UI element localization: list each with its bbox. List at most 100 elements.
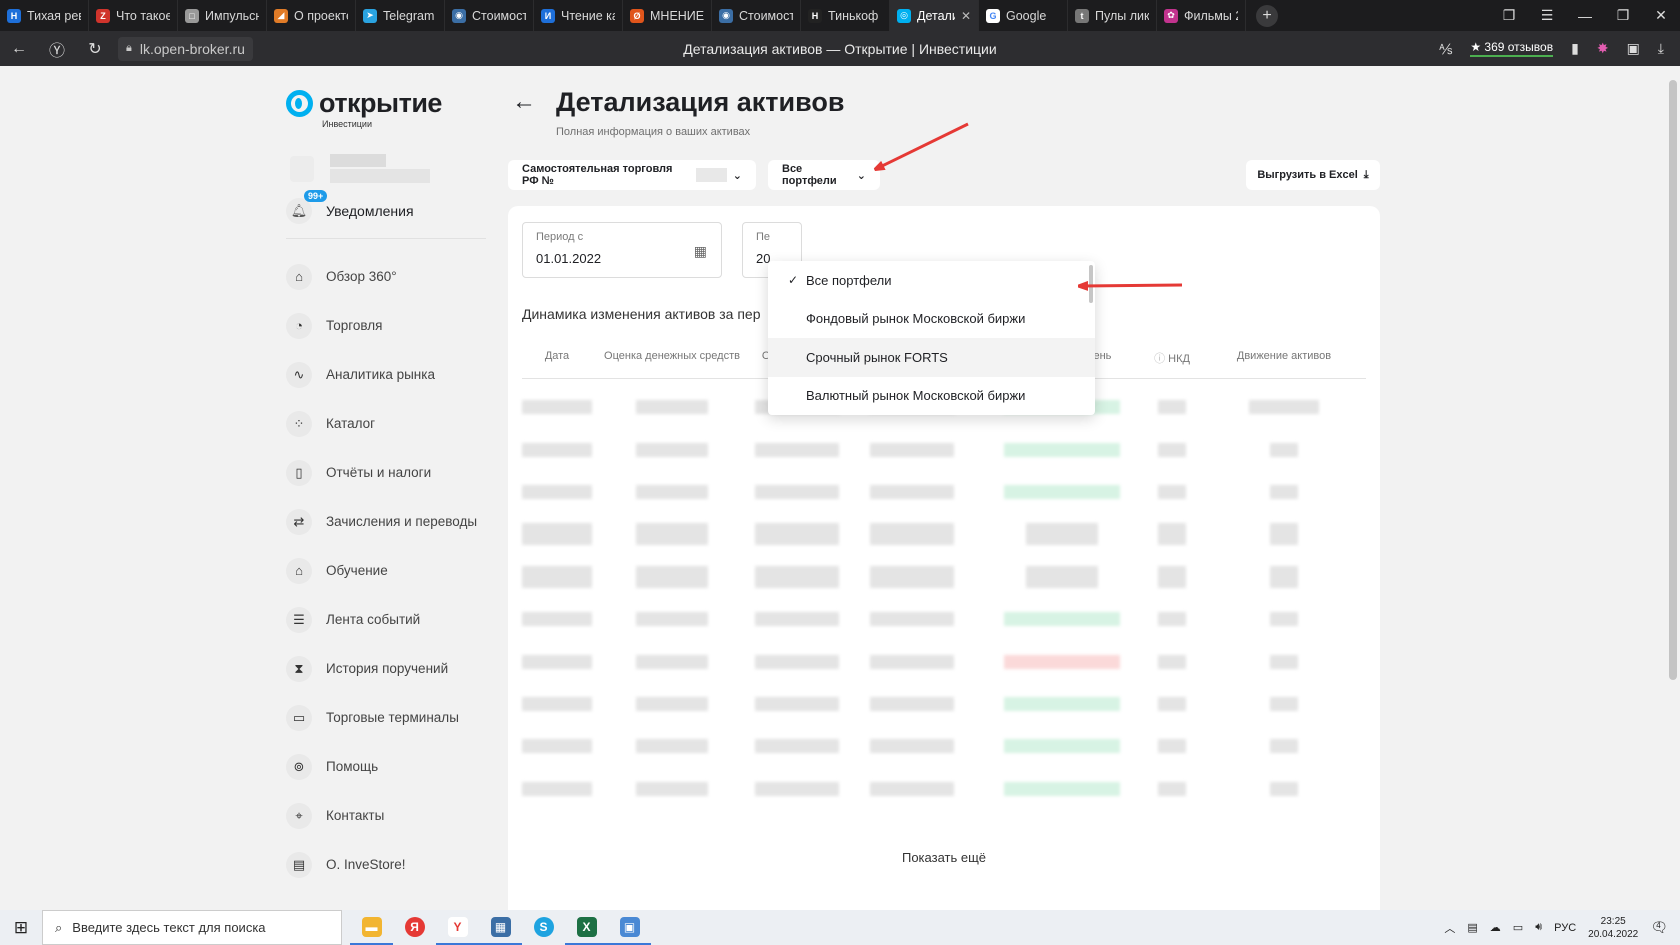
- table-cell: [592, 739, 752, 754]
- dropdown-option[interactable]: Срочный рынок FORTS: [768, 338, 1095, 377]
- sidebar-item[interactable]: ⁘ Каталог: [286, 399, 477, 448]
- notifications-link[interactable]: 🔔︎ 99+ Уведомления: [286, 190, 414, 224]
- table-column-header[interactable]: Движение активов: [1202, 350, 1366, 372]
- info-icon[interactable]: ⓘ: [1154, 353, 1168, 365]
- redacted-value: [636, 696, 708, 711]
- yandex-browser-app[interactable]: Y: [436, 910, 479, 945]
- file-explorer-app[interactable]: ▬: [350, 910, 393, 945]
- tray-clock[interactable]: 23:25 20.04.2022: [1588, 915, 1638, 941]
- menu-icon[interactable]: ☰: [1528, 7, 1566, 24]
- back-arrow-icon[interactable]: ←: [512, 88, 536, 116]
- collections-icon[interactable]: ▣: [1627, 40, 1640, 57]
- tab-close-icon[interactable]: ✕: [961, 9, 971, 23]
- tab-favicon-icon: ◉: [452, 8, 466, 23]
- close-window-button[interactable]: ✕: [1642, 7, 1680, 24]
- reviews-badge[interactable]: ★ 369 отзывов: [1470, 40, 1554, 57]
- excel-app[interactable]: X: [565, 910, 608, 945]
- taskbar-search[interactable]: ⌕ Введите здесь текст для поиска: [42, 910, 342, 945]
- restore-button[interactable]: ❐: [1604, 7, 1642, 24]
- extension-icon[interactable]: ✸: [1597, 40, 1609, 57]
- period-from-field[interactable]: Период с 01.01.2022 ▦: [522, 222, 722, 278]
- tray-cloud-icon[interactable]: ☁: [1490, 921, 1501, 934]
- browser-tab[interactable]: H Тинькоф по: [801, 0, 890, 31]
- browser-tab[interactable]: ➤ Telegram: [356, 0, 445, 31]
- sidebar-item[interactable]: ◔ Торговля: [286, 301, 477, 350]
- new-tab-button[interactable]: +: [1256, 4, 1278, 27]
- image-app[interactable]: ▣: [608, 910, 651, 945]
- account-select[interactable]: Самостоятельная торговля РФ № ⌄: [508, 160, 756, 190]
- dropdown-scrollbar[interactable]: [1089, 265, 1093, 303]
- browser-tab[interactable]: ◢ О проекте: [267, 0, 356, 31]
- url-field[interactable]: 🔒︎ lk.open-broker.ru: [118, 36, 253, 61]
- redacted-value: [1004, 442, 1120, 457]
- show-more-button[interactable]: Показать ещё: [508, 850, 1380, 865]
- browser-tab[interactable]: И Чтение как: [534, 0, 623, 31]
- redacted-value: [522, 739, 592, 754]
- page-scrollbar[interactable]: [1666, 66, 1680, 910]
- sidebar-item[interactable]: ☰ Лента событий: [286, 595, 477, 644]
- sidebar-item[interactable]: ⇄ Зачисления и переводы: [286, 497, 477, 546]
- tray-device-icon[interactable]: ▤: [1467, 921, 1477, 934]
- back-icon[interactable]: ←: [0, 40, 38, 58]
- dropdown-option[interactable]: Валютный рынок Московской биржи: [768, 377, 1095, 416]
- sidebar-item[interactable]: ⌖ Контакты: [286, 791, 477, 840]
- sidebar-item[interactable]: ▭ Торговые терминалы: [286, 693, 477, 742]
- download-icon[interactable]: ⤓: [1658, 40, 1664, 57]
- brand-logo[interactable]: открытие: [286, 88, 442, 119]
- action-center-icon[interactable]: 🗨︎ 4: [1650, 919, 1668, 936]
- arrow-to-portfolio-select: [878, 122, 969, 168]
- sidebar-item[interactable]: ∿ Аналитика рынка: [286, 350, 477, 399]
- sidebar-item-label: Отчёты и налоги: [326, 465, 432, 480]
- sidebar-item[interactable]: ⌂ Обзор 360°: [286, 252, 477, 301]
- table-cell: [1202, 484, 1366, 499]
- yandex-app[interactable]: Я: [393, 910, 436, 945]
- sidebar-item[interactable]: ▯ Отчёты и налоги: [286, 448, 477, 497]
- skype-app[interactable]: S: [522, 910, 565, 945]
- tray-language[interactable]: РУС: [1554, 922, 1576, 934]
- browser-tab[interactable]: t Пулы ликви: [1068, 0, 1157, 31]
- browser-tab[interactable]: □ Импульсная: [178, 0, 267, 31]
- translate-icon[interactable]: ⅍: [1439, 41, 1452, 57]
- browser-tab[interactable]: ◉ Стоимость: [712, 0, 801, 31]
- network-app[interactable]: ▦: [479, 910, 522, 945]
- tray-network-icon[interactable]: ▭: [1513, 921, 1523, 934]
- dropdown-option[interactable]: ✓ Все портфели: [768, 261, 1095, 300]
- browser-tab[interactable]: ◎ Детализ ✕: [890, 0, 979, 31]
- page-scrollbar-thumb[interactable]: [1669, 80, 1677, 680]
- table-cell: [1142, 781, 1202, 796]
- table-row: [522, 428, 1366, 470]
- sidebar-item[interactable]: ⧗ История поручений: [286, 644, 477, 693]
- calendar-icon[interactable]: ▦: [694, 243, 707, 260]
- table-column-header[interactable]: Дата: [522, 350, 592, 372]
- dropdown-option[interactable]: Фондовый рынок Московской биржи: [768, 300, 1095, 339]
- table-column-header[interactable]: ⓘ НКД: [1142, 350, 1202, 372]
- tray-volume-icon[interactable]: 🔊︎: [1535, 921, 1542, 934]
- browser-tab[interactable]: ◉ Стоимость: [445, 0, 534, 31]
- tray-chevron-icon[interactable]: ︿: [1444, 920, 1455, 936]
- redacted-value: [1270, 654, 1298, 669]
- browser-tab[interactable]: H Тихая рево: [0, 0, 89, 31]
- redacted-value: [870, 612, 954, 627]
- browser-tab[interactable]: Z Что такое D: [89, 0, 178, 31]
- redacted-value: [1270, 739, 1298, 754]
- reload-icon[interactable]: ↻: [76, 39, 114, 59]
- bookmarks-icon[interactable]: ❐: [1490, 7, 1528, 24]
- browser-tab[interactable]: Ø МНЕНИЕ: Н: [623, 0, 712, 31]
- sidebar-item[interactable]: ⊚ Помощь: [286, 742, 477, 791]
- minimize-button[interactable]: —: [1566, 8, 1604, 24]
- portfolio-select[interactable]: Все портфели ⌄: [768, 160, 880, 190]
- table-column-header[interactable]: Оценка денежных средств: [592, 350, 752, 372]
- user-profile[interactable]: [290, 154, 430, 184]
- sidebar-item-label: Каталог: [326, 416, 376, 431]
- yandex-icon[interactable]: Ⓨ: [38, 37, 76, 61]
- table-cell: [1142, 696, 1202, 711]
- sidebar-item[interactable]: ▤ О. InveStore!: [286, 840, 477, 889]
- browser-tab[interactable]: G Google: [979, 0, 1068, 31]
- browser-tab[interactable]: ✿ Фильмы 20: [1157, 0, 1246, 31]
- windows-start-icon[interactable]: ⊞: [0, 918, 42, 938]
- redacted-value: [870, 565, 954, 588]
- sidebar-item[interactable]: ⌂ Обучение: [286, 546, 477, 595]
- table-row: [522, 598, 1366, 640]
- bookmark-icon[interactable]: ▮: [1571, 40, 1579, 57]
- export-excel-button[interactable]: Выгрузить в Excel ⤓: [1246, 160, 1380, 190]
